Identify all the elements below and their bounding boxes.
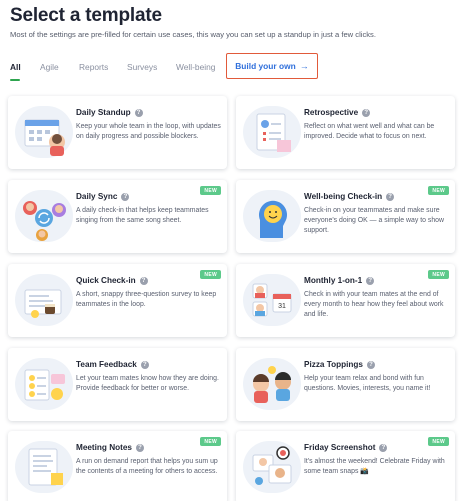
coffee-illustration-icon [15,274,73,326]
template-description: A daily check-in that helps keep teammat… [76,207,209,224]
svg-text:31: 31 [278,303,286,310]
template-card-monthly-1-on-1[interactable]: NEW 31 Monthly 1-on-1? Check in with you… [236,264,455,337]
feedback-illustration-icon [15,358,73,410]
template-title: Friday Screenshot? [304,443,388,452]
template-title: Daily Sync? [76,192,130,201]
template-description: Help your team relax and bond with fun q… [304,375,431,392]
help-icon[interactable]: ? [121,193,130,201]
tab-agile[interactable]: Agile [40,62,59,72]
checklist-illustration-icon [243,106,301,158]
template-title: Retrospective? [304,108,371,117]
template-title: Team Feedback? [76,360,149,369]
help-icon[interactable]: ? [362,109,371,117]
active-tab-underline [10,79,20,81]
template-card-quick-check-in[interactable]: NEW Quick Check-in? A short, snappy thre… [8,264,227,337]
screenshot-illustration-icon [243,441,301,493]
new-badge: NEW [428,186,449,195]
tab-well-being[interactable]: Well-being [176,62,215,72]
help-icon[interactable]: ? [379,444,388,452]
template-card-well-being-check-in[interactable]: NEW Well-being Check-in? Check-in on you… [236,180,455,253]
new-badge: NEW [200,437,221,446]
monthly-calendar-illustration-icon: 31 [243,274,301,326]
template-title: Daily Standup? [76,108,143,117]
template-description: It's almost the weekend! Celebrate Frida… [304,458,445,475]
template-title: Pizza Toppings? [304,360,375,369]
smiley-head-illustration-icon [243,190,301,242]
template-title: Quick Check-in? [76,276,148,285]
template-title: Meeting Notes? [76,443,144,452]
build-your-own-button[interactable]: Build your own → [226,53,318,79]
template-description: Let your team mates know how they are do… [76,375,219,392]
new-badge: NEW [428,437,449,446]
template-description: Reflect on what went well and what can b… [304,123,435,140]
page-subtitle: Most of the settings are pre-filled for … [10,30,376,39]
template-card-pizza-toppings[interactable]: Pizza Toppings? Help your team relax and… [236,348,455,421]
template-description: Keep your whole team in the loop, with u… [76,123,221,140]
new-badge: NEW [428,270,449,279]
template-description: Check-in on your teammates and make sure… [304,207,444,234]
template-description: Check in with your team mates at the end… [304,291,444,318]
help-icon[interactable]: ? [366,361,375,369]
template-card-friday-screenshot[interactable]: NEW Friday Screenshot? It's almost the w… [236,431,455,501]
tab-reports[interactable]: Reports [79,62,108,72]
template-category-tabs: All Agile Reports Surveys Well-being Bui… [10,53,470,81]
template-card-daily-sync[interactable]: NEW Daily Sync? A daily check-in that he… [8,180,227,253]
build-your-own-label: Build your own [235,61,296,71]
help-icon[interactable]: ? [140,361,149,369]
help-icon[interactable]: ? [135,444,144,452]
notes-illustration-icon [15,441,73,493]
new-badge: NEW [200,186,221,195]
template-description: A short, snappy three-question survey to… [76,291,217,308]
calendar-illustration-icon [15,106,73,158]
help-icon[interactable]: ? [134,109,143,117]
template-title: Monthly 1-on-1? [304,276,375,285]
template-description: A run on demand report that helps you su… [76,458,218,475]
new-badge: NEW [200,270,221,279]
sync-illustration-icon [15,190,73,242]
template-title: Well-being Check-in? [304,192,395,201]
help-icon[interactable]: ? [139,277,148,285]
template-card-daily-standup[interactable]: Daily Standup? Keep your whole team in t… [8,96,227,169]
page-title: Select a template [10,5,162,26]
help-icon[interactable]: ? [386,193,395,201]
help-icon[interactable]: ? [366,277,375,285]
arrow-right-icon: → [299,61,309,71]
tab-surveys[interactable]: Surveys [127,62,157,72]
tab-all[interactable]: All [10,62,21,81]
template-card-team-feedback[interactable]: Team Feedback? Let your team mates know … [8,348,227,421]
template-card-retrospective[interactable]: Retrospective? Reflect on what went well… [236,96,455,169]
pizza-people-illustration-icon [243,358,301,410]
template-card-meeting-notes[interactable]: NEW Meeting Notes? A run on demand repor… [8,431,227,501]
